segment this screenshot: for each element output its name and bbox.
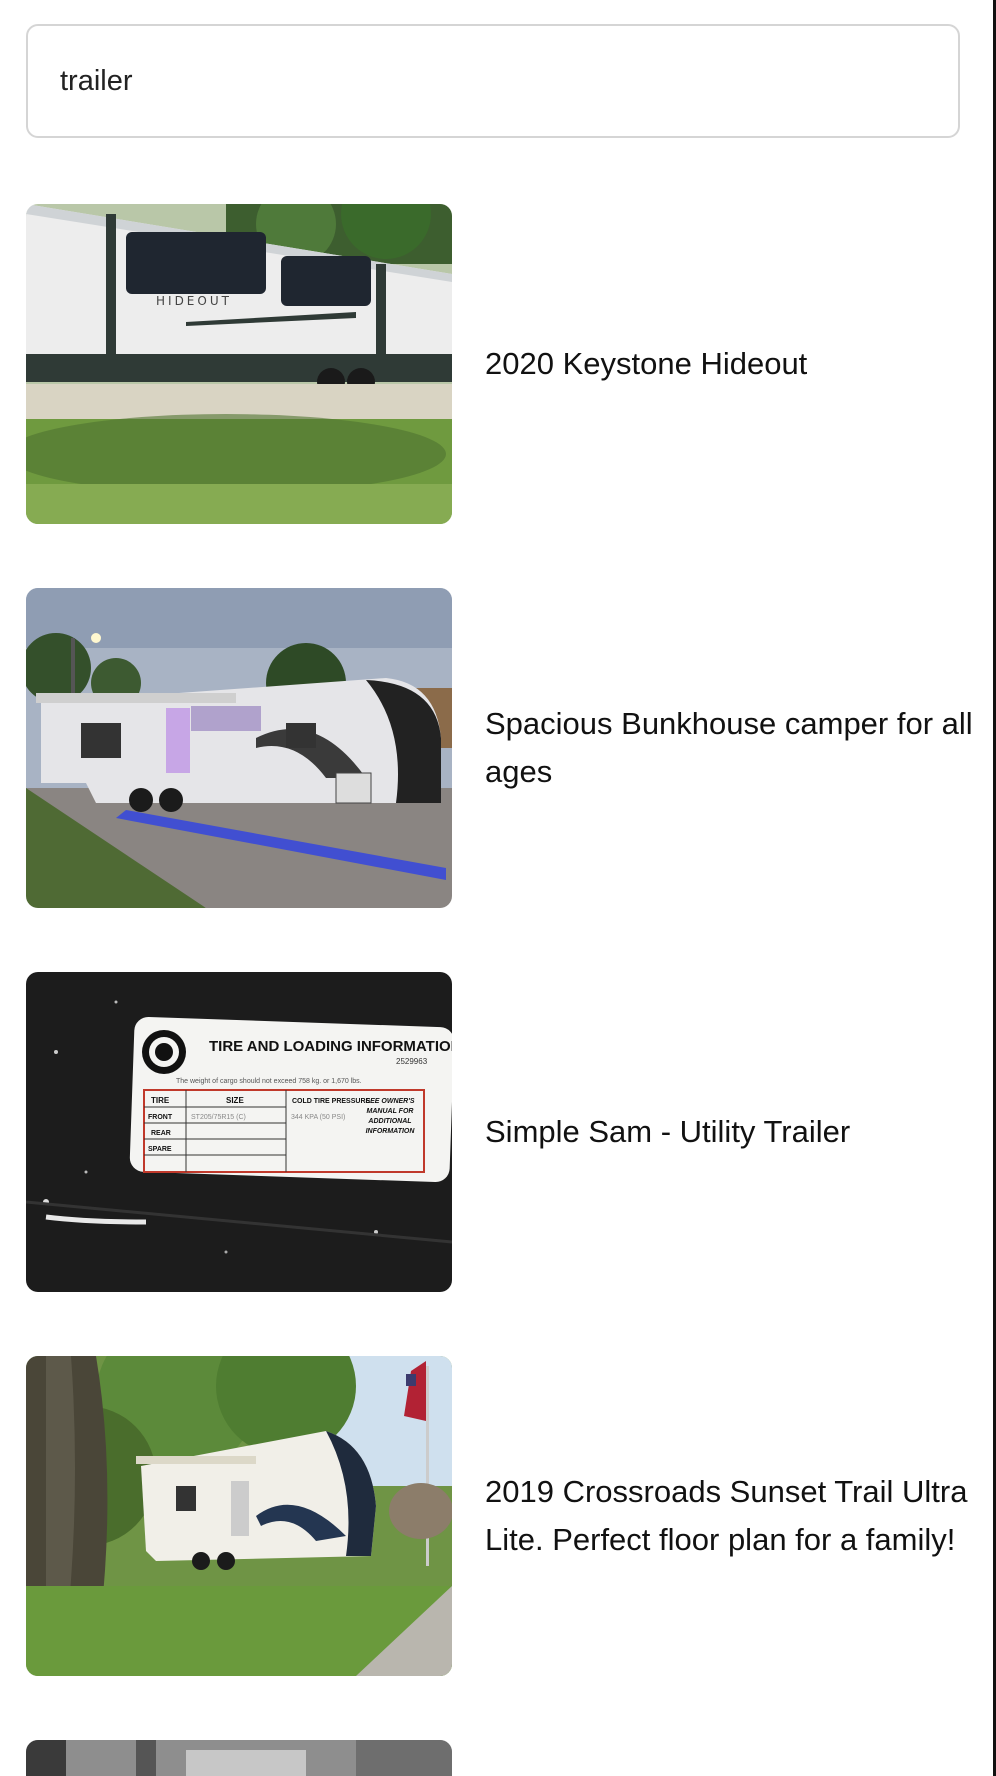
search-input[interactable]: trailer — [26, 24, 960, 138]
result-title[interactable]: Simple Sam - Utility Trailer — [485, 972, 985, 1292]
label-pressure-value: 344 KPA (50 PSI) — [291, 1114, 345, 1121]
label-row-spare: SPARE — [148, 1146, 172, 1153]
label-col-size: SIZE — [226, 1096, 244, 1105]
trailer-brand: HIDEOUT — [156, 294, 232, 308]
list-item-partial-thumbnail[interactable] — [26, 1740, 452, 1776]
list-item[interactable]: 2019 Crossroads Sunset Trail Ultra Lite.… — [26, 1356, 967, 1676]
list-item[interactable]: HIDEOUT 2020 Keystone Hideout — [26, 204, 966, 524]
label-code: 2529963 — [396, 1057, 428, 1066]
results-list: HIDEOUT 2020 Keystone Hideout Spacious B… — [26, 204, 973, 1740]
label-row-rear: REAR — [151, 1130, 171, 1137]
result-title[interactable]: 2019 Crossroads Sunset Trail Ultra Lite.… — [485, 1356, 985, 1676]
list-item[interactable]: TIRE AND LOADING INFORMATION 2529963 The… — [26, 972, 966, 1292]
label-size-value: ST205/75R15 (C) — [191, 1114, 246, 1121]
label-row-front: FRONT — [148, 1114, 173, 1121]
label-heading: TIRE AND LOADING INFORMATION — [209, 1038, 452, 1055]
label-cargo-note: The weight of cargo should not exceed 75… — [176, 1078, 362, 1085]
search-results-page: trailer HIDEOUT 2020 Keystone Hideout Sp… — [0, 0, 996, 1776]
label-col-tire: TIRE — [151, 1096, 170, 1105]
trailer-photo-sunset-trail[interactable] — [26, 1356, 452, 1676]
result-title[interactable]: Spacious Bunkhouse camper for all ages — [485, 588, 985, 908]
result-title[interactable]: 2020 Keystone Hideout — [485, 204, 985, 524]
label-see-manual: SEE OWNER'S MANUAL FOR ADDITIONAL INFORM… — [365, 1098, 415, 1135]
trailer-photo-bunkhouse[interactable] — [26, 588, 452, 908]
tire-loading-label-photo[interactable]: TIRE AND LOADING INFORMATION 2529963 The… — [26, 972, 452, 1292]
list-item[interactable]: Spacious Bunkhouse camper for all ages — [26, 588, 973, 908]
trailer-photo-hideout[interactable]: HIDEOUT — [26, 204, 452, 524]
